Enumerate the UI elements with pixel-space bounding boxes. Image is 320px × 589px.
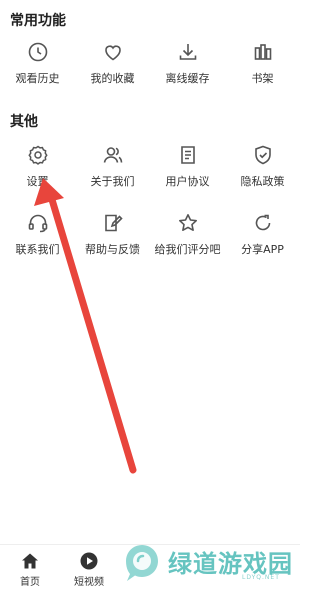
grid-item-favorites[interactable]: 我的收藏 bbox=[75, 40, 150, 96]
grid-item-label: 分享APP bbox=[241, 243, 284, 256]
grid-item-user-agreement[interactable]: 用户协议 bbox=[150, 143, 225, 199]
grid-item-label: 书架 bbox=[251, 72, 274, 85]
grid-item-label: 离线缓存 bbox=[165, 72, 210, 85]
watermark-logo-icon bbox=[126, 545, 158, 581]
edit-icon bbox=[101, 211, 125, 235]
grid-item-contact-us[interactable]: 联系我们 bbox=[0, 211, 75, 267]
grid-item-label: 我的收藏 bbox=[90, 72, 135, 85]
grid-item-label: 关于我们 bbox=[90, 175, 135, 188]
heart-icon bbox=[101, 40, 125, 64]
gear-icon bbox=[26, 143, 50, 167]
grid-item-offline-cache[interactable]: 离线缓存 bbox=[150, 40, 225, 96]
star-icon bbox=[176, 211, 200, 235]
grid-item-label: 给我们评分吧 bbox=[154, 243, 221, 256]
section-title-common: 常用功能 bbox=[10, 13, 66, 29]
headset-icon bbox=[26, 211, 50, 235]
grid-item-help-feedback[interactable]: 帮助与反馈 bbox=[75, 211, 150, 267]
clock-icon bbox=[26, 40, 50, 64]
shield-icon bbox=[251, 143, 275, 167]
bookshelf-icon bbox=[251, 40, 275, 64]
grid-item-privacy-policy[interactable]: 隐私政策 bbox=[225, 143, 300, 199]
grid-item-watch-history[interactable]: 观看历史 bbox=[0, 40, 75, 96]
grid-item-label: 用户协议 bbox=[165, 175, 210, 188]
download-icon bbox=[176, 40, 200, 64]
tab-home[interactable]: 首页 bbox=[7, 551, 53, 588]
watermark-sub: LDYQ.NET bbox=[242, 574, 280, 581]
grid-item-label: 隐私政策 bbox=[240, 175, 285, 188]
grid-item-share-app[interactable]: 分享APP bbox=[225, 211, 300, 267]
tab-short-video[interactable]: 短视频 bbox=[66, 551, 112, 588]
document-icon bbox=[176, 143, 200, 167]
grid-item-label: 帮助与反馈 bbox=[85, 243, 140, 256]
tab-label: 首页 bbox=[20, 577, 40, 588]
play-icon bbox=[79, 551, 99, 571]
home-icon bbox=[20, 551, 40, 571]
share-icon bbox=[251, 211, 275, 235]
grid-item-about-us[interactable]: 关于我们 bbox=[75, 143, 150, 199]
grid-item-bookshelf[interactable]: 书架 bbox=[225, 40, 300, 96]
grid-item-rate-us[interactable]: 给我们评分吧 bbox=[150, 211, 225, 267]
grid-item-settings[interactable]: 设置 bbox=[0, 143, 75, 199]
watermark: 绿道游戏园 LDYQ.NET bbox=[122, 542, 300, 589]
section-title-other: 其他 bbox=[10, 114, 38, 130]
tab-label: 短视频 bbox=[74, 577, 104, 588]
users-icon bbox=[101, 143, 125, 167]
